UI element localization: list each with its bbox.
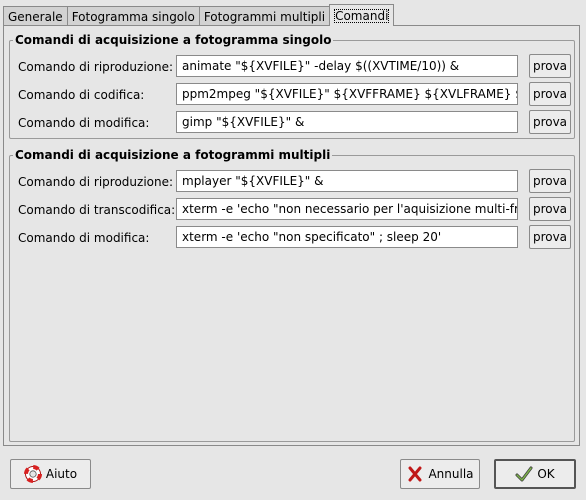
single-playback-input[interactable]: animate "${XVFILE}" -delay $((XVTIME/10)…	[176, 55, 518, 77]
lifebuoy-icon	[23, 465, 42, 483]
single-edit-label: Comando di modifica:	[18, 116, 150, 130]
help-button[interactable]: Aiuto	[10, 459, 91, 489]
single-frame-title: Comandi di acquisizione a fotogramma sin…	[13, 32, 334, 48]
multi-playback-test-button[interactable]: prova	[529, 169, 571, 193]
multi-edit-label: Comando di modifica:	[18, 231, 150, 245]
tab-label: Comandi	[334, 9, 390, 23]
single-edit-test-button[interactable]: prova	[529, 110, 571, 134]
single-encode-test-button[interactable]: prova	[529, 82, 571, 106]
cancel-button[interactable]: Annulla	[400, 459, 480, 489]
tab-label: Fotogrammi multipli	[203, 10, 326, 24]
single-playback-test-button[interactable]: prova	[529, 54, 571, 78]
multi-transcode-test-button[interactable]: prova	[529, 197, 571, 221]
multi-playback-input[interactable]: mplayer "${XVFILE}" &	[176, 170, 518, 192]
multi-transcode-input[interactable]: xterm -e 'echo "non necessario per l'aqu…	[176, 198, 518, 220]
multi-edit-test-button[interactable]: prova	[529, 225, 571, 249]
tab-fotogramma-singolo[interactable]: Fotogramma singolo	[66, 6, 200, 26]
single-playback-row: Comando di riproduzione: animate "${XVFI…	[10, 54, 574, 79]
cancel-x-icon	[408, 466, 422, 482]
single-encode-label: Comando di codifica:	[18, 88, 145, 102]
tab-label: Generale	[8, 10, 63, 24]
ok-button-label: OK	[537, 467, 555, 481]
multi-transcode-row: Comando di transcodifica: xterm -e 'echo…	[10, 197, 574, 222]
multi-playback-label: Comando di riproduzione:	[18, 175, 174, 189]
single-edit-input[interactable]: gimp "${XVFILE}" &	[176, 111, 518, 133]
multi-transcode-label: Comando di transcodifica:	[18, 203, 176, 217]
tab-label: Fotogramma singolo	[71, 10, 195, 24]
notebook-page: Comandi di acquisizione a fotogramma sin…	[3, 25, 580, 446]
single-edit-row: Comando di modifica: gimp "${XVFILE}" & …	[10, 110, 574, 135]
single-playback-label: Comando di riproduzione:	[18, 60, 174, 74]
ok-button[interactable]: OK	[494, 459, 576, 489]
help-button-label: Aiuto	[45, 467, 78, 481]
multi-playback-row: Comando di riproduzione: mplayer "${XVFI…	[10, 169, 574, 194]
tab-generale[interactable]: Generale	[3, 6, 68, 26]
tab-comandi[interactable]: Comandi	[329, 4, 395, 26]
cancel-button-label: Annulla	[428, 467, 474, 481]
single-encode-row: Comando di codifica: ppm2mpeg "${XVFILE}…	[10, 82, 574, 107]
multi-edit-row: Comando di modifica: xterm -e 'echo "non…	[10, 225, 574, 250]
single-encode-input[interactable]: ppm2mpeg "${XVFILE}" ${XVFFRAME} ${XVLFR…	[176, 83, 518, 105]
single-frame-group: Comandi di acquisizione a fotogramma sin…	[9, 32, 575, 139]
multi-frame-group: Comandi di acquisizione a fotogrammi mul…	[9, 147, 575, 442]
checkmark-icon	[515, 466, 533, 482]
tab-bar: Generale Fotogramma singolo Fotogrammi m…	[3, 4, 395, 26]
multi-frame-title: Comandi di acquisizione a fotogrammi mul…	[13, 147, 333, 163]
multi-edit-input[interactable]: xterm -e 'echo "non specificato" ; sleep…	[176, 226, 518, 248]
tab-fotogrammi-multipli[interactable]: Fotogrammi multipli	[198, 6, 331, 26]
